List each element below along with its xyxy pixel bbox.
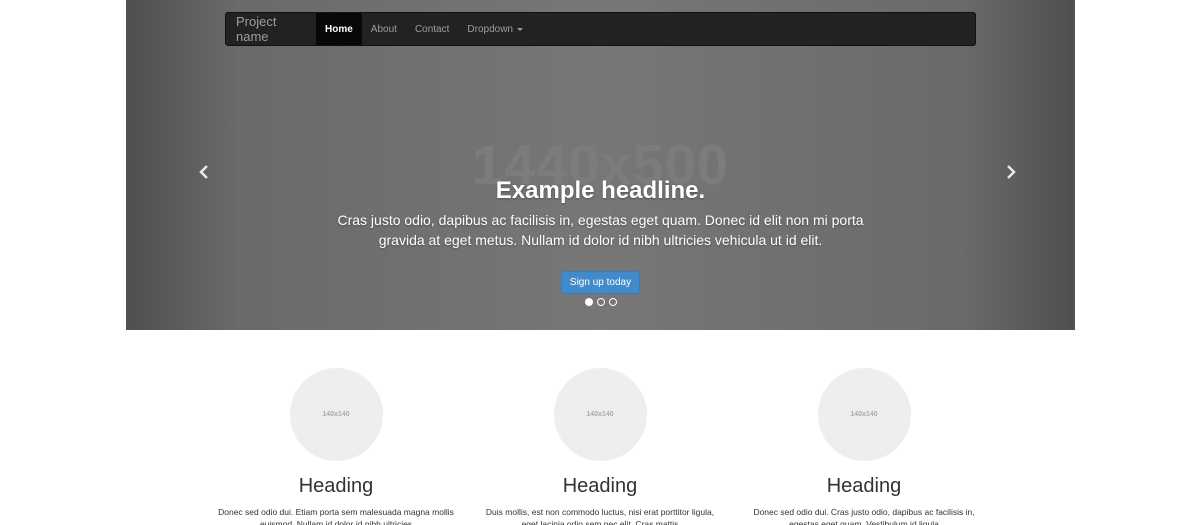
column-heading: Heading [562,475,638,497]
carousel-headline: Example headline. [495,177,706,204]
column-text: Duis mollis, est non commodo luctus, nis… [485,507,715,525]
column-text: Donec sed odio dui. Cras justo odio, dap… [753,507,975,525]
carousel-indicators [126,298,1075,306]
nav-item-dropdown-label: Dropdown [467,23,513,35]
marketing-column-2: 140x140 Heading Duis mollis, est non com… [480,368,720,525]
carousel-caption: Example headline. Cras justo odio, dapib… [126,176,1075,294]
page: 1440x500 Project name Home About Contact… [0,0,1200,525]
carousel-indicator-1[interactable] [584,298,593,306]
navbar-brand[interactable]: Project name [226,13,316,45]
marketing-column-3: 140x140 Heading Donec sed odio dui. Cras… [744,368,984,525]
column-image-placeholder: 140x140 [289,368,383,461]
top-navbar: Project name Home About Contact Dropdown [225,12,976,46]
column-image-placeholder: 140x140 [553,368,647,461]
nav-item-about[interactable]: About [362,13,406,45]
caret-down-icon [517,27,523,31]
sign-up-button[interactable]: Sign up today [560,271,641,294]
column-image-placeholder: 140x140 [817,368,911,461]
nav-item-home[interactable]: Home [316,13,362,45]
carousel-lead-text: Cras justo odio, dapibus ac facilisis in… [337,212,864,248]
carousel-indicator-3[interactable] [608,298,617,306]
nav-item-contact[interactable]: Contact [406,13,458,45]
carousel-indicator-2[interactable] [596,298,605,306]
column-text: Donec sed odio dui. Etiam porta sem male… [218,507,454,525]
nav-item-dropdown[interactable]: Dropdown [458,13,532,45]
marketing-column-1: 140x140 Heading Donec sed odio dui. Etia… [216,368,456,525]
column-heading: Heading [298,475,374,497]
hero-carousel: 1440x500 Project name Home About Contact… [126,0,1075,330]
column-heading: Heading [826,475,902,497]
